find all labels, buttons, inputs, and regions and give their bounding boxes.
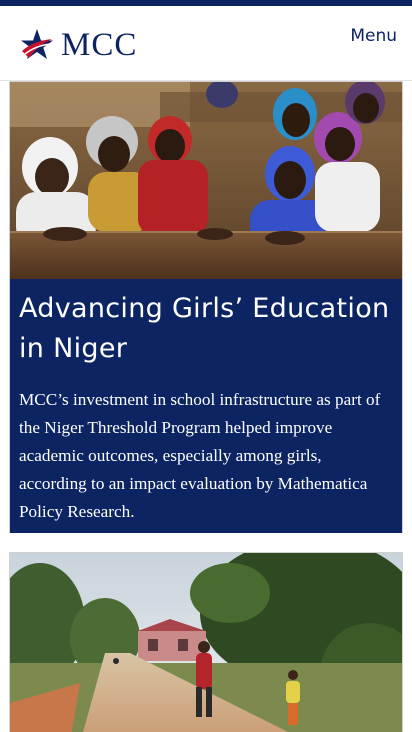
story-title[interactable]: Advancing Girls’ Education in Niger	[19, 289, 393, 369]
story-photo	[10, 553, 402, 732]
logo-text: MCC	[61, 26, 138, 63]
story-card[interactable]: Advancing Girls’ Education in Niger MCC’…	[9, 81, 403, 533]
home-logo-link[interactable]: MCC	[19, 25, 137, 65]
story-card[interactable]	[9, 552, 403, 732]
menu-button[interactable]: Menu	[350, 26, 397, 46]
site-header: MCC Menu	[0, 6, 412, 81]
star-logo-icon	[19, 27, 55, 63]
story-photo	[10, 82, 402, 279]
story-caption: Advancing Girls’ Education in Niger MCC’…	[10, 279, 402, 533]
story-summary: MCC’s investment in school infrastructur…	[19, 390, 381, 521]
